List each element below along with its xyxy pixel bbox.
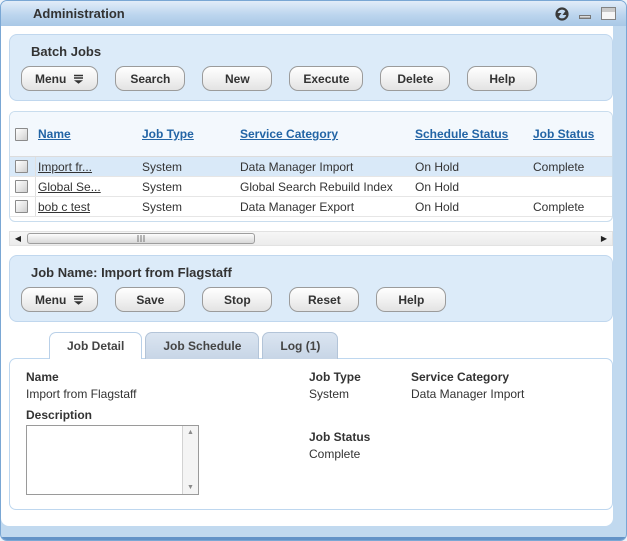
save-button[interactable]: Save <box>115 287 185 312</box>
delete-button[interactable]: Delete <box>380 66 450 91</box>
job-name-link[interactable]: Global Se... <box>38 180 101 194</box>
column-header-service-category[interactable]: Service Category <box>240 127 338 141</box>
maximize-icon <box>601 7 616 20</box>
new-button[interactable]: New <box>202 66 272 91</box>
menu-button[interactable]: Menu <box>21 66 98 91</box>
job-type-label: Job Type <box>309 370 411 384</box>
menu-button-label: Menu <box>35 72 66 86</box>
chevron-down-icon <box>73 74 84 84</box>
job-type-value: System <box>309 387 411 401</box>
help-button[interactable]: Help <box>376 287 446 312</box>
table-row[interactable]: bob c test System Data Manager Export On… <box>10 197 612 217</box>
service-category-cell: Global Search Rebuild Index <box>240 180 415 194</box>
job-name-link[interactable]: Import fr... <box>38 160 92 174</box>
scrollbar-thumb[interactable] <box>27 233 255 244</box>
menu-button[interactable]: Menu <box>21 287 98 312</box>
table-row[interactable]: Global Se... System Global Search Rebuil… <box>10 177 612 197</box>
description-label: Description <box>26 408 309 422</box>
name-value: Import from Flagstaff <box>26 387 309 401</box>
job-name-link[interactable]: bob c test <box>38 200 90 214</box>
job-status-cell: Complete <box>533 160 612 174</box>
menu-button-label: Menu <box>35 293 66 307</box>
refresh-icon[interactable] <box>555 7 569 21</box>
window-title: Administration <box>33 6 555 21</box>
row-checkbox[interactable] <box>15 160 28 173</box>
column-header-schedule-status[interactable]: Schedule Status <box>415 127 508 141</box>
content-area: Batch Jobs Menu Search New Execute Delet… <box>1 26 613 526</box>
chevron-down-icon <box>73 295 84 305</box>
window-right-frame <box>613 26 626 526</box>
service-category-label: Service Category <box>411 370 596 384</box>
window-controls <box>555 7 616 21</box>
job-name-title: Job Name: Import from Flagstaff <box>31 265 601 280</box>
job-name-panel: Job Name: Import from Flagstaff Menu Sav… <box>9 255 613 322</box>
schedule-status-cell: On Hold <box>415 180 533 194</box>
textarea-scrollbar[interactable]: ▲ ▼ <box>182 426 198 494</box>
minimize-button[interactable] <box>579 9 591 19</box>
detail-tabs: Job Detail Job Schedule Log (1) <box>49 332 613 359</box>
jobs-table-header: Name Job Type Service Category Schedule … <box>10 112 612 157</box>
job-type-cell: System <box>142 180 240 194</box>
table-row[interactable]: Import fr... System Data Manager Import … <box>10 157 612 177</box>
job-detail-panel: Name Import from Flagstaff Description ▲… <box>9 358 613 510</box>
row-checkbox[interactable] <box>15 200 28 213</box>
scrollbar-grip-icon <box>138 235 145 242</box>
search-button[interactable]: Search <box>115 66 185 91</box>
tab-job-schedule[interactable]: Job Schedule <box>145 332 259 359</box>
service-category-cell: Data Manager Export <box>240 200 415 214</box>
window-bottom-frame <box>1 526 626 540</box>
tab-log[interactable]: Log (1) <box>262 332 338 359</box>
column-header-job-status[interactable]: Job Status <box>533 127 594 141</box>
select-all-checkbox[interactable] <box>15 128 28 141</box>
column-header-name[interactable]: Name <box>38 127 71 141</box>
job-status-label: Job Status <box>309 430 411 444</box>
window-body: Batch Jobs Menu Search New Execute Delet… <box>1 26 626 526</box>
job-type-cell: System <box>142 160 240 174</box>
job-status-value: Complete <box>309 447 411 461</box>
header-checkbox-cell <box>10 112 36 156</box>
job-type-cell: System <box>142 200 240 214</box>
batch-jobs-panel: Batch Jobs Menu Search New Execute Delet… <box>9 34 613 101</box>
jobs-table: Name Job Type Service Category Schedule … <box>9 111 613 222</box>
schedule-status-cell: On Hold <box>415 200 533 214</box>
execute-button[interactable]: Execute <box>289 66 363 91</box>
reset-button[interactable]: Reset <box>289 287 359 312</box>
job-toolbar: Menu Save Stop Reset Help <box>21 287 601 312</box>
arrow-left-icon[interactable]: ◀ <box>11 232 25 245</box>
minimize-icon <box>579 15 591 19</box>
service-category-cell: Data Manager Import <box>240 160 415 174</box>
service-category-value: Data Manager Import <box>411 387 596 401</box>
name-label: Name <box>26 370 309 384</box>
help-button[interactable]: Help <box>467 66 537 91</box>
description-textarea[interactable]: ▲ ▼ <box>26 425 199 495</box>
title-bar: Administration <box>1 1 626 26</box>
maximize-button[interactable] <box>601 7 616 20</box>
arrow-up-icon[interactable]: ▲ <box>187 429 194 436</box>
administration-window: Administration Batch Jobs Menu <box>0 0 627 541</box>
schedule-status-cell: On Hold <box>415 160 533 174</box>
job-status-cell: Complete <box>533 200 612 214</box>
batch-jobs-toolbar: Menu Search New Execute Delete Help <box>21 66 601 91</box>
tab-job-detail[interactable]: Job Detail <box>49 332 142 359</box>
horizontal-scrollbar[interactable]: ◀ ▶ <box>9 231 613 246</box>
batch-jobs-title: Batch Jobs <box>31 44 601 59</box>
column-header-job-type[interactable]: Job Type <box>142 127 194 141</box>
stop-button[interactable]: Stop <box>202 287 272 312</box>
arrow-right-icon[interactable]: ▶ <box>597 232 611 245</box>
arrow-down-icon[interactable]: ▼ <box>187 484 194 491</box>
row-checkbox[interactable] <box>15 180 28 193</box>
